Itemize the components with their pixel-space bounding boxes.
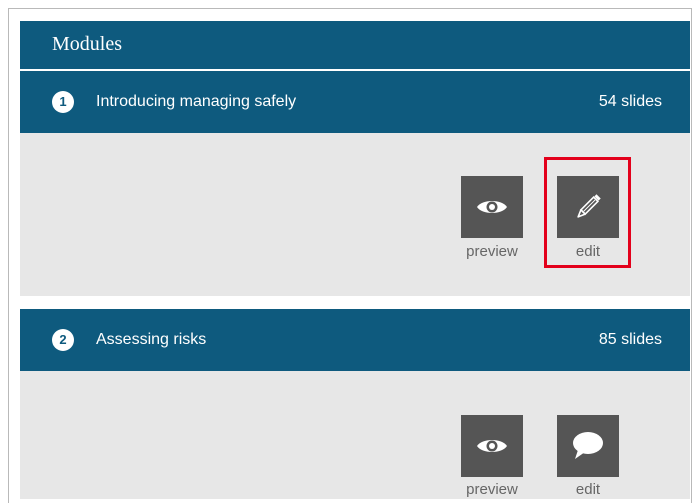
edit-button[interactable] <box>557 415 619 477</box>
modules-panel-title: Modules <box>20 21 690 69</box>
edit-highlight-box <box>544 157 631 268</box>
module-title: Introducing managing safely <box>96 93 297 110</box>
eye-icon <box>477 440 507 452</box>
preview-label: preview <box>466 481 518 498</box>
module-header-1[interactable]: 1 Introducing managing safely 54 slides <box>20 71 690 133</box>
module-number-badge: 1 <box>52 91 74 113</box>
module-header-2[interactable]: 2 Assessing risks 85 slides <box>20 309 690 371</box>
preview-button[interactable] <box>461 176 523 238</box>
module-number-badge: 2 <box>52 329 74 351</box>
module-slide-count: 54 slides <box>598 93 662 110</box>
module-body-2: preview edit <box>20 371 690 499</box>
preview-label: preview <box>466 243 518 260</box>
module-title: Assessing risks <box>96 331 207 348</box>
speech-bubble-icon <box>573 432 603 459</box>
module-slide-count: 85 slides <box>598 331 662 348</box>
preview-button[interactable] <box>461 415 523 477</box>
eye-icon <box>477 201 507 213</box>
edit-label: edit <box>575 481 601 498</box>
